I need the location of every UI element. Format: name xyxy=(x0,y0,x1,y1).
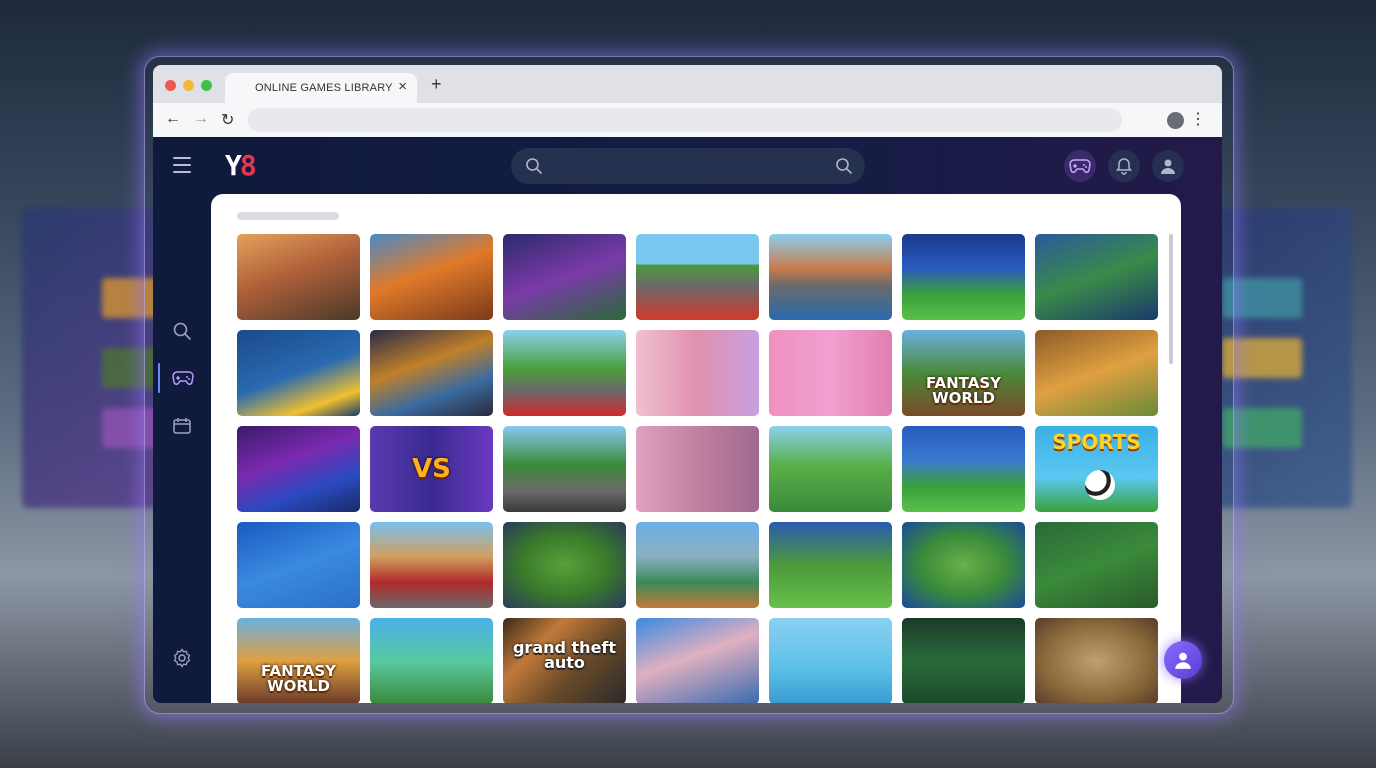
game-tile[interactable] xyxy=(902,618,1025,703)
game-tile[interactable] xyxy=(902,426,1025,512)
game-tile[interactable] xyxy=(503,522,626,608)
forward-button[interactable]: → xyxy=(193,110,209,128)
game-tile[interactable] xyxy=(1035,330,1158,416)
game-tile[interactable] xyxy=(370,618,493,703)
game-tile[interactable] xyxy=(769,426,892,512)
maximize-window-button[interactable] xyxy=(201,80,212,91)
game-tile[interactable] xyxy=(503,426,626,512)
game-grid: FANTASY WORLD VS SPORTS FANTASY WORLD grand … xyxy=(237,234,1159,703)
game-tile[interactable]: FANTASY WORLD xyxy=(902,330,1025,416)
game-tile-title: FANTASY WORLD xyxy=(925,374,1002,407)
game-tile[interactable] xyxy=(769,330,892,416)
game-tile[interactable] xyxy=(503,234,626,320)
new-tab-button[interactable]: + xyxy=(431,74,442,95)
game-tile[interactable] xyxy=(237,426,360,512)
tab-title: ONLINE GAMES LIBRARY xyxy=(255,82,393,94)
background-tile xyxy=(1222,278,1302,318)
game-tile[interactable] xyxy=(503,330,626,416)
user-icon xyxy=(1161,159,1175,174)
game-tile[interactable] xyxy=(370,330,493,416)
game-tile[interactable] xyxy=(237,234,360,320)
search-icon xyxy=(526,158,542,174)
game-tile[interactable] xyxy=(370,234,493,320)
game-tile[interactable]: SPORTS xyxy=(1035,426,1158,512)
browser-window: ONLINE GAMES LIBRARY × + ← → ↻ ⋮ Y8 FANT… xyxy=(153,65,1222,703)
games-app: Y8 FANTASY WORLD VS SPORTS FANTASY WORLD gra… xyxy=(153,137,1222,703)
game-tile-title: FANTASY WORLD xyxy=(260,662,337,695)
back-button[interactable]: ← xyxy=(165,110,181,128)
game-tile[interactable]: grand theft auto xyxy=(503,618,626,703)
games-button[interactable] xyxy=(1064,150,1096,182)
title-bar: ONLINE GAMES LIBRARY × + xyxy=(153,65,1222,103)
browser-menu-icon[interactable]: ⋮ xyxy=(1190,109,1206,129)
game-tile[interactable] xyxy=(769,522,892,608)
minimize-window-button[interactable] xyxy=(183,80,194,91)
logo-letter: Y xyxy=(225,149,242,182)
game-tile[interactable] xyxy=(902,234,1025,320)
game-tile[interactable] xyxy=(636,330,759,416)
calendar-icon[interactable] xyxy=(172,416,192,436)
game-tile[interactable] xyxy=(237,330,360,416)
search-bar[interactable] xyxy=(511,148,865,184)
settings-icon[interactable] xyxy=(172,648,192,668)
gamepad-icon[interactable] xyxy=(172,370,194,386)
game-tile[interactable] xyxy=(636,426,759,512)
game-tile[interactable] xyxy=(1035,618,1158,703)
notifications-button[interactable] xyxy=(1108,150,1140,182)
close-tab-icon[interactable]: × xyxy=(398,78,407,95)
scrollbar[interactable] xyxy=(1169,234,1173,364)
search-submit-icon[interactable] xyxy=(835,157,853,175)
game-tile[interactable] xyxy=(636,618,759,703)
game-tile-title: SPORTS xyxy=(1052,430,1141,454)
user-account-button[interactable] xyxy=(1152,150,1184,182)
loading-placeholder xyxy=(237,212,339,220)
game-library-panel: FANTASY WORLD VS SPORTS FANTASY WORLD grand … xyxy=(211,194,1181,703)
search-icon[interactable] xyxy=(172,321,192,341)
background-tile xyxy=(1222,408,1302,448)
game-tile[interactable] xyxy=(237,522,360,608)
bell-icon xyxy=(1116,158,1132,175)
game-tile[interactable] xyxy=(769,618,892,703)
background-tile xyxy=(1222,338,1302,378)
game-tile[interactable] xyxy=(1035,522,1158,608)
game-tile[interactable]: VS xyxy=(370,426,493,512)
gamepad-icon xyxy=(1069,159,1091,173)
game-tile[interactable] xyxy=(636,522,759,608)
profile-avatar[interactable] xyxy=(1167,112,1184,129)
game-tile[interactable] xyxy=(1035,234,1158,320)
browser-tab[interactable]: ONLINE GAMES LIBRARY × xyxy=(225,73,417,103)
game-tile[interactable] xyxy=(370,522,493,608)
soccer-ball-icon xyxy=(1085,470,1115,500)
logo-number: 8 xyxy=(239,149,257,182)
user-icon xyxy=(1175,652,1191,669)
game-tile[interactable]: FANTASY WORLD xyxy=(237,618,360,703)
game-tile[interactable] xyxy=(636,234,759,320)
sidebar-active-indicator xyxy=(158,363,160,393)
close-window-button[interactable] xyxy=(165,80,176,91)
reload-button[interactable]: ↻ xyxy=(221,110,234,130)
game-tile-title: VS xyxy=(412,454,451,484)
hamburger-menu-icon[interactable] xyxy=(173,157,191,178)
url-field[interactable] xyxy=(248,108,1122,132)
game-tile-title: grand theft auto xyxy=(512,638,617,672)
game-tile[interactable] xyxy=(902,522,1025,608)
game-tile[interactable] xyxy=(769,234,892,320)
site-logo[interactable]: Y8 xyxy=(225,152,257,180)
address-bar: ← → ↻ ⋮ xyxy=(153,103,1222,137)
profile-fab-button[interactable] xyxy=(1164,641,1202,679)
